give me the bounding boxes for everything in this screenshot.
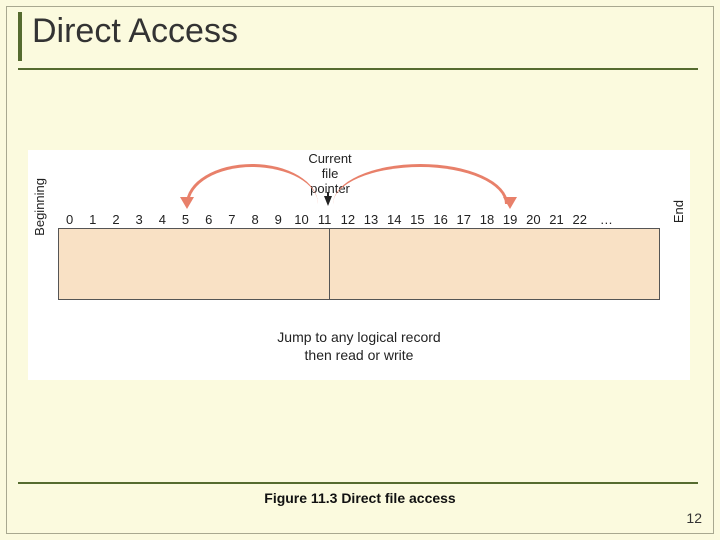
bottom-line: then read or write xyxy=(305,347,414,363)
tick: 19 xyxy=(499,212,522,227)
tick: 15 xyxy=(406,212,429,227)
figure-caption: Figure 11.3 Direct file access xyxy=(0,490,720,506)
figure-number: Figure 11.3 xyxy=(264,490,337,506)
tick: 7 xyxy=(220,212,243,227)
tick: 14 xyxy=(383,212,406,227)
figure-area: Beginning End Current file pointer 01234… xyxy=(28,150,690,380)
tick: 6 xyxy=(197,212,220,227)
tick-ellipsis: … xyxy=(591,212,621,227)
index-row: 012345678910111213141516171819202122… xyxy=(58,212,660,227)
tick: 12 xyxy=(336,212,359,227)
tick: 0 xyxy=(58,212,81,227)
arrow-head-left-icon xyxy=(180,197,194,209)
tick: 17 xyxy=(452,212,475,227)
tick: 13 xyxy=(359,212,382,227)
tick: 3 xyxy=(128,212,151,227)
caption-rule xyxy=(18,482,698,484)
tick: 16 xyxy=(429,212,452,227)
tick: 9 xyxy=(267,212,290,227)
tick: 1 xyxy=(81,212,104,227)
pointer-label-line: Current xyxy=(308,151,351,166)
tick: 5 xyxy=(174,212,197,227)
arrow-down-icon xyxy=(324,196,332,206)
record-bar xyxy=(58,228,660,300)
title-rule xyxy=(18,68,698,70)
page-number: 12 xyxy=(686,510,702,526)
tick: 22 xyxy=(568,212,591,227)
end-label: End xyxy=(671,200,686,223)
tick: 21 xyxy=(545,212,568,227)
page-title: Direct Access xyxy=(32,12,238,51)
tick: 18 xyxy=(475,212,498,227)
pointer-label-line: file xyxy=(322,166,339,181)
beginning-label: Beginning xyxy=(32,178,47,236)
cursor-line xyxy=(329,229,330,299)
tick: 20 xyxy=(522,212,545,227)
tick: 4 xyxy=(151,212,174,227)
tick: 10 xyxy=(290,212,313,227)
figure-bottom-label: Jump to any logical record then read or … xyxy=(28,328,690,364)
tick: 11 xyxy=(313,212,336,227)
arrow-head-right-icon xyxy=(503,197,517,209)
figure-text: Direct file access xyxy=(341,490,455,506)
tick: 2 xyxy=(104,212,127,227)
tick: 8 xyxy=(244,212,267,227)
bottom-line: Jump to any logical record xyxy=(277,329,440,345)
title-block: Direct Access xyxy=(18,12,238,61)
